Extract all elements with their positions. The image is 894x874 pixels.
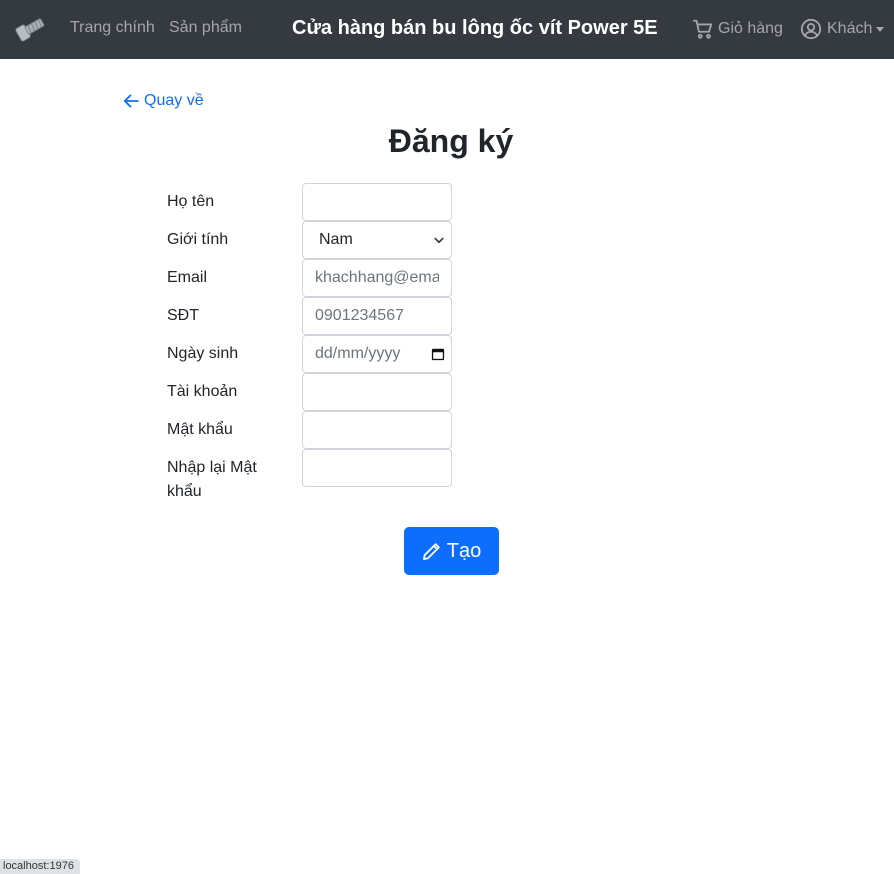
username-input[interactable] — [302, 373, 452, 411]
back-label: Quay về — [144, 92, 204, 109]
phone-input[interactable] — [302, 297, 452, 335]
page-title: Đăng ký — [388, 123, 514, 159]
chevron-down-icon — [427, 234, 451, 246]
fullname-label: Họ tên — [167, 193, 215, 210]
email-label: Email — [167, 269, 208, 286]
birthday-input[interactable]: dd/mm/yyyy — [302, 335, 452, 373]
user-label: Khách — [827, 20, 873, 37]
gender-selected-value: Nam — [319, 231, 353, 248]
arrow-left-icon — [123, 94, 139, 108]
gender-select[interactable]: Nam — [302, 221, 452, 259]
create-button[interactable]: Tạo — [404, 527, 499, 575]
store-title: Cửa hàng bán bu lông ốc vít Power 5E — [292, 17, 658, 39]
email-input[interactable] — [302, 259, 452, 297]
phone-label: SĐT — [167, 307, 199, 324]
navbar: Trang chính Sản phẩm Cửa hàng bán bu lôn… — [0, 0, 894, 59]
nav-link-products[interactable]: Sản phẩm — [169, 19, 242, 37]
confirm-password-label: Nhập lại Mật khẩu — [167, 459, 257, 500]
birthday-label: Ngày sinh — [167, 345, 239, 362]
password-label: Mật khẩu — [167, 421, 233, 438]
chevron-down-icon — [876, 26, 885, 32]
nav-link-home[interactable]: Trang chính — [70, 19, 155, 37]
status-bar-url: localhost:1976 — [0, 859, 80, 874]
password-input[interactable] — [302, 411, 452, 449]
username-label: Tài khoản — [167, 383, 238, 400]
cart-icon — [692, 19, 713, 39]
cart-label: Giỏ hàng — [718, 20, 783, 37]
create-button-label: Tạo — [446, 539, 482, 562]
user-dropdown[interactable]: Khách — [800, 17, 885, 41]
confirm-password-input[interactable] — [302, 449, 452, 487]
gender-label: Giới tính — [167, 231, 229, 248]
calendar-icon[interactable] — [425, 347, 451, 361]
back-link[interactable]: Quay về — [122, 92, 204, 110]
birthday-placeholder: dd/mm/yyyy — [315, 345, 401, 362]
fullname-input[interactable] — [302, 183, 452, 221]
bolt-logo-icon[interactable] — [12, 13, 48, 45]
user-circle-icon — [800, 18, 822, 40]
cart-link[interactable]: Giỏ hàng — [692, 17, 783, 41]
pencil-icon — [422, 542, 440, 560]
